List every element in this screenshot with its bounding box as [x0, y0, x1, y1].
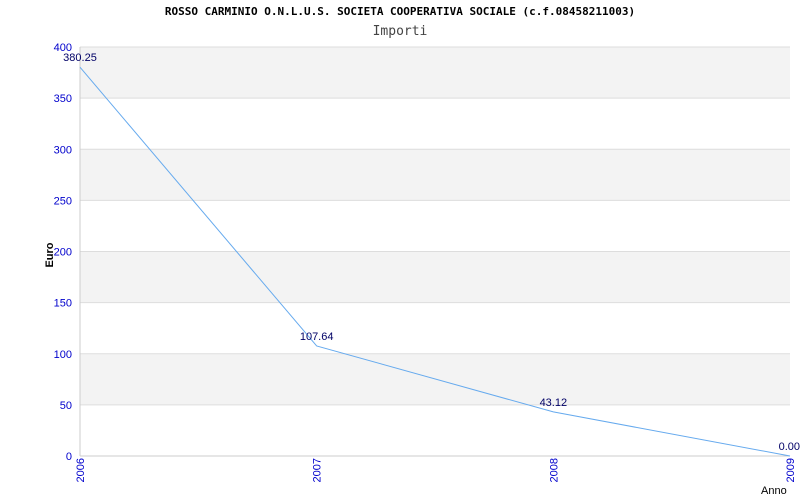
- y-tick-label: 250: [54, 195, 72, 207]
- data-label: 0.00: [779, 441, 800, 453]
- grid-bands: [80, 47, 790, 405]
- x-tick-labels: 2006 2007 2008 2009: [75, 458, 797, 482]
- y-tick-label: 300: [54, 144, 72, 156]
- y-tick-label: 0: [66, 451, 72, 463]
- x-tick-label: 2009: [785, 458, 797, 482]
- line-chart: 050100150200250300350400 2006 2007 2008 200…: [44, 42, 800, 497]
- y-tick-label: 50: [60, 400, 72, 412]
- x-tick-label: 2008: [548, 458, 560, 482]
- x-tick-label: 2007: [312, 458, 324, 482]
- data-label: 43.12: [540, 397, 568, 409]
- data-label: 380.25: [63, 52, 97, 64]
- y-tick-label: 100: [54, 349, 72, 361]
- y-tick-label: 350: [54, 93, 72, 105]
- y-tick-label: 200: [54, 247, 72, 259]
- data-label: 107.64: [300, 331, 334, 343]
- grid-band: [80, 251, 790, 303]
- y-tick-label: 150: [54, 298, 72, 310]
- x-tick-label: 2006: [75, 458, 87, 482]
- y-axis-label: Euro: [44, 242, 56, 267]
- y-tick-labels: 050100150200250300350400: [54, 42, 72, 463]
- x-axis-label: Anno: [761, 485, 787, 497]
- grid-band: [80, 47, 790, 99]
